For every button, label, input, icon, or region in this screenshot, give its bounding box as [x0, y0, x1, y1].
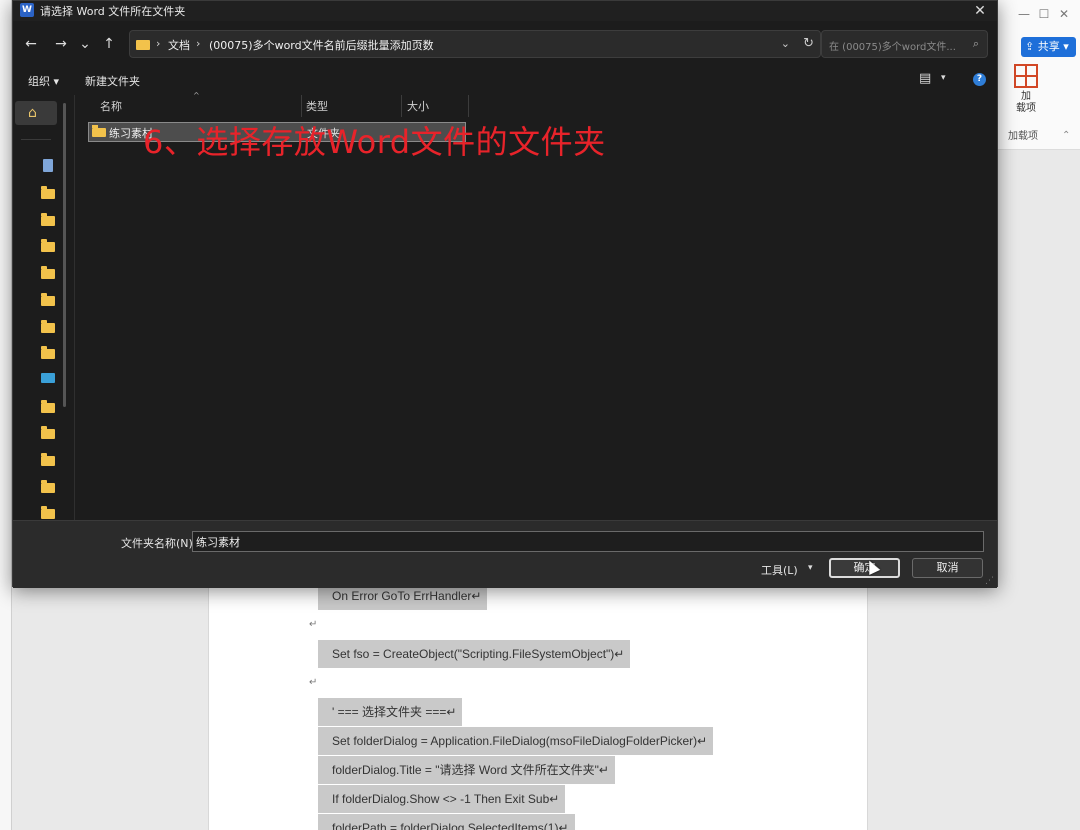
nav-folder-icon[interactable]	[41, 506, 55, 519]
folder-name-label: 文件夹名称(N):	[121, 537, 197, 550]
nav-scrollbar[interactable]	[63, 103, 66, 407]
column-divider[interactable]	[468, 95, 469, 117]
column-divider[interactable]	[301, 95, 302, 117]
word-left-panel	[0, 0, 12, 830]
nav-drive-icon[interactable]	[41, 373, 55, 383]
code-line: folderDialog.Title = "请选择 Word 文件所在文件夹"↵	[318, 756, 615, 784]
column-header-name[interactable]: 名称	[100, 97, 122, 117]
dialog-titlebar[interactable]: W 请选择 Word 文件所在文件夹 ✕	[13, 1, 997, 21]
nav-folder-icon[interactable]	[41, 453, 55, 466]
tools-button[interactable]: 工具(L)	[761, 562, 798, 578]
column-header-size[interactable]: 大小	[407, 97, 429, 117]
nav-folder-icon[interactable]	[41, 320, 55, 333]
up-arrow-icon[interactable]: ↑	[99, 34, 119, 54]
back-arrow-icon[interactable]: ←	[21, 34, 41, 54]
breadcrumb-separator: ›	[418, 37, 423, 50]
nav-folder-icon[interactable]	[41, 186, 55, 199]
folder-icon	[136, 40, 150, 50]
paragraph-mark: ↵	[309, 677, 318, 688]
dialog-toolbar: 组织 ▾ 新建文件夹 ▤ ▾ ?	[13, 67, 997, 93]
folder-name-input[interactable]	[192, 531, 984, 552]
view-dropdown-icon[interactable]: ▾	[941, 73, 946, 83]
tools-dropdown-icon[interactable]: ▾	[808, 563, 813, 573]
search-icon: ⌕	[972, 37, 979, 50]
share-button[interactable]: ⇪ 共享 ▾	[1021, 37, 1076, 57]
folder-picker-dialog: W 请选择 Word 文件所在文件夹 ✕ ← → ⌄ ↑ › 文档 › (000…	[12, 0, 998, 588]
nav-folder-icon[interactable]	[41, 480, 55, 493]
help-icon[interactable]: ?	[973, 73, 986, 86]
folder-icon	[92, 125, 106, 137]
addins-button[interactable]: 加载项	[1006, 64, 1046, 115]
breadcrumb-documents[interactable]: 文档	[168, 37, 190, 53]
nav-folder-icon[interactable]	[41, 213, 55, 226]
recent-locations-chevron-icon[interactable]: ⌄	[75, 34, 95, 54]
addins-group-label: 加载项	[1008, 131, 1038, 142]
nav-item-home[interactable]: ⌂	[15, 101, 57, 125]
code-line: Set fso = CreateObject("Scripting.FileSy…	[318, 640, 631, 668]
nav-folder-icon[interactable]	[41, 400, 55, 413]
column-header-type[interactable]: 类型	[306, 97, 328, 117]
nav-item-documents-icon[interactable]	[43, 159, 53, 172]
tutorial-caption: 6、选择存放Word文件的文件夹	[143, 123, 606, 161]
new-folder-button[interactable]: 新建文件夹	[85, 73, 140, 89]
nav-folder-icon[interactable]	[41, 239, 55, 252]
address-dropdown-icon[interactable]: ⌄	[781, 37, 790, 50]
close-icon[interactable]: ✕	[965, 1, 995, 21]
column-divider[interactable]	[401, 95, 402, 117]
word-app-icon: W	[20, 3, 34, 17]
ribbon-collapse-icon[interactable]: ⌃	[1062, 130, 1070, 141]
home-icon: ⌂	[28, 105, 37, 121]
code-line: If folderDialog.Show <> -1 Then Exit Sub…	[318, 785, 566, 813]
addins-icon	[1014, 64, 1038, 88]
nav-folder-icon[interactable]	[41, 346, 55, 359]
forward-arrow-icon[interactable]: →	[51, 34, 71, 54]
address-bar[interactable]: › 文档 › (00075)多个word文件名前后缀批量添加页数 › ⌄ ↻	[129, 30, 821, 58]
search-input[interactable]: 在 (00075)多个word文件... ⌕	[821, 30, 988, 58]
refresh-icon[interactable]: ↻	[803, 36, 814, 51]
code-line: folderPath = folderDialog.SelectedItems(…	[318, 814, 575, 830]
dialog-footer: 文件夹名称(N): 工具(L) ▾ 确定 取消 ⋰	[13, 520, 997, 588]
code-line: ' === 选择文件夹 ===↵	[318, 698, 463, 726]
view-options-icon[interactable]: ▤	[919, 71, 931, 86]
search-placeholder: 在 (00075)多个word文件...	[829, 42, 956, 53]
breadcrumb-separator: ›	[196, 37, 201, 50]
nav-folder-icon[interactable]	[41, 293, 55, 306]
dialog-title: 请选择 Word 文件所在文件夹	[40, 5, 186, 18]
nav-folder-icon[interactable]	[41, 426, 55, 439]
share-label: 共享	[1037, 40, 1060, 53]
ok-button[interactable]: 确定	[829, 558, 900, 578]
organize-button[interactable]: 组织 ▾	[28, 73, 59, 89]
nav-folder-icon[interactable]	[41, 266, 55, 279]
resize-grip-icon[interactable]: ⋰	[985, 576, 994, 586]
word-close-icon[interactable]: ✕	[1052, 4, 1076, 24]
navigation-pane: ⌂	[13, 95, 75, 520]
breadcrumb-current-folder[interactable]: (00075)多个word文件名前后缀批量添加页数	[209, 37, 434, 53]
nav-divider	[21, 139, 51, 140]
sort-ascending-icon: ^	[193, 91, 200, 100]
code-line: Set folderDialog = Application.FileDialo…	[318, 727, 714, 755]
addins-button-label: 加载项	[1016, 91, 1036, 114]
navigation-bar: ← → ⌄ ↑ › 文档 › (00075)多个word文件名前后缀批量添加页数…	[13, 28, 997, 60]
breadcrumb-separator: ›	[156, 37, 161, 50]
paragraph-mark: ↵	[309, 619, 318, 630]
cancel-button[interactable]: 取消	[912, 558, 983, 578]
